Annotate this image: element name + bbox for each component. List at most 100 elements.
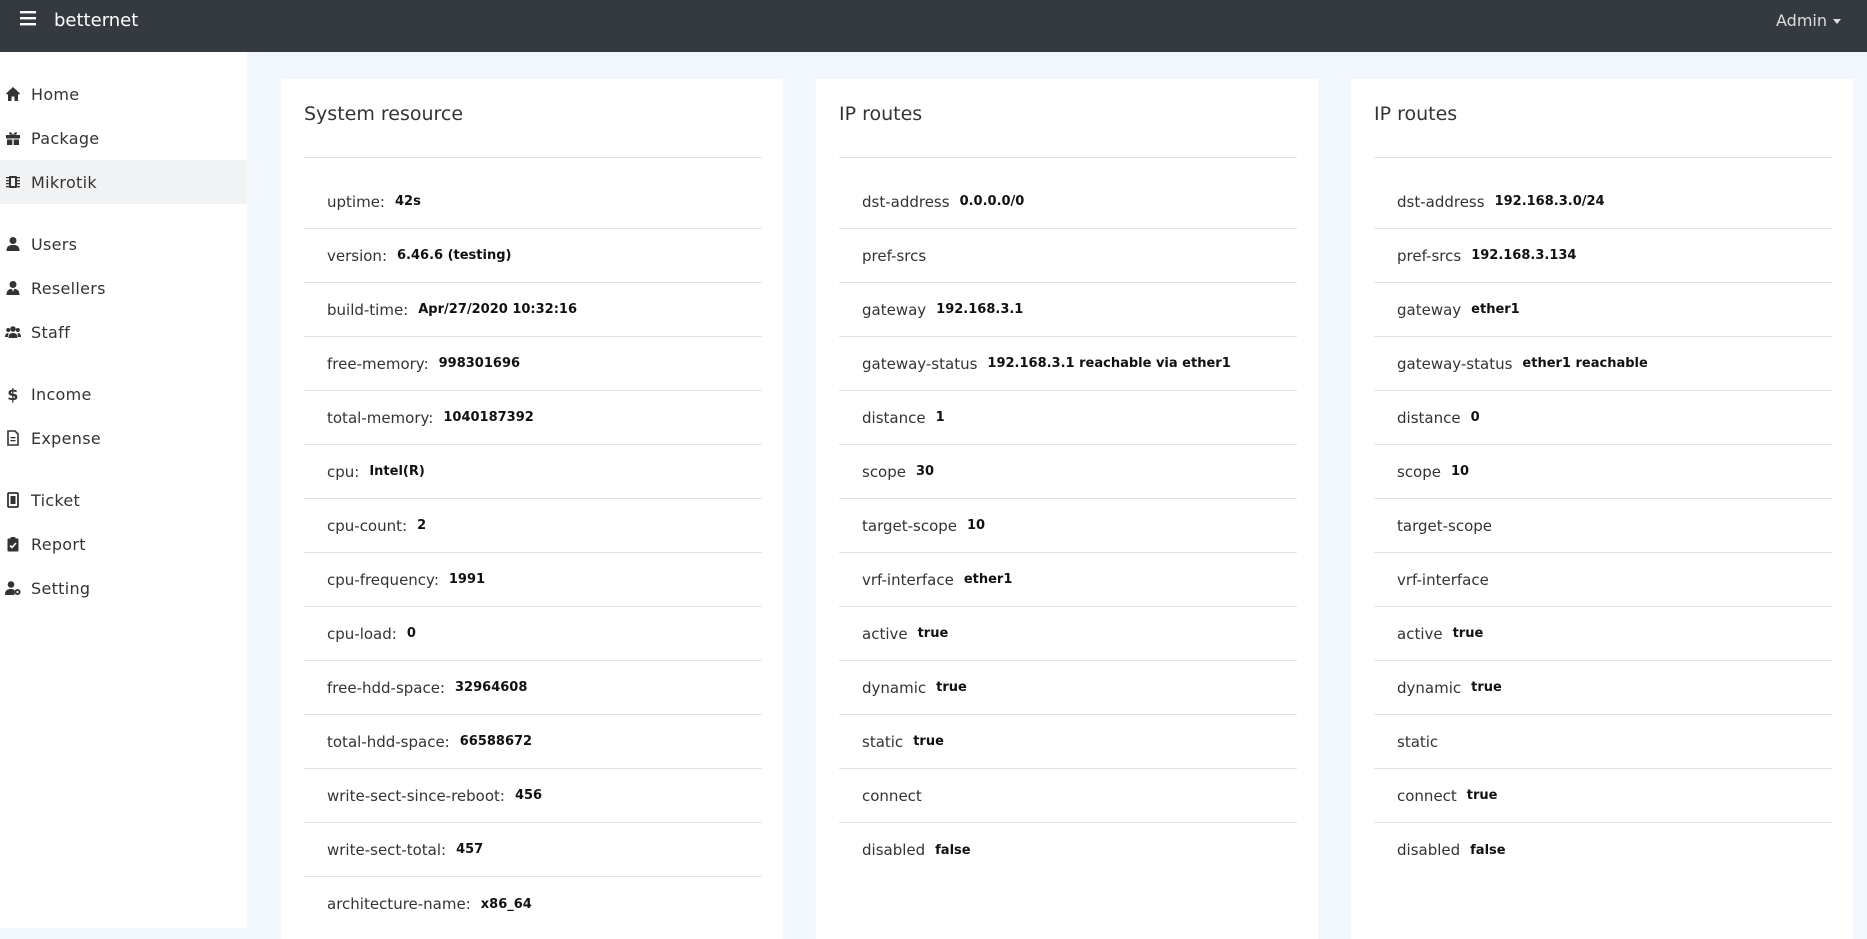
sidebar-item-label: Report <box>31 534 86 554</box>
item-key: cpu-frequency: <box>327 570 439 589</box>
item-key: gateway <box>862 300 927 319</box>
item-value: true <box>1466 788 1498 803</box>
list-item: cpu-frequency: 1991 <box>304 553 762 607</box>
item-value: x86_64 <box>480 896 532 912</box>
item-value: false <box>935 842 971 858</box>
sidebar-item-ticket[interactable]: Ticket <box>0 478 247 522</box>
divider <box>839 157 1297 158</box>
sidebar-item-label: Expense <box>31 428 101 448</box>
sidebar-item-income[interactable]: $ Income <box>0 372 247 416</box>
system-resource-card: System resource uptime: 42s version: 6.46.… <box>281 79 783 939</box>
list-item: dst-address 0.0.0.0/0 <box>839 175 1297 229</box>
list-item: gateway-status ether1 reachable <box>1374 337 1832 391</box>
item-value: ether1 <box>1471 302 1520 317</box>
list-item: gateway 192.168.3.1 <box>839 283 1297 337</box>
item-key: write-sect-total: <box>327 840 447 859</box>
sidebar-item-home[interactable]: Home <box>0 72 247 116</box>
list-item: connect true <box>1374 769 1832 823</box>
sidebar-item-label: Resellers <box>31 278 106 298</box>
item-key: static <box>862 732 904 751</box>
home-icon <box>4 85 22 103</box>
item-key: uptime: <box>327 192 385 211</box>
route-list: dst-address 0.0.0.0/0 pref-srcs gateway 19… <box>839 175 1297 877</box>
sidebar-item-label: Ticket <box>31 490 81 510</box>
sidebar-item-package[interactable]: Package <box>0 116 247 160</box>
item-value: 192.168.3.0/24 <box>1494 194 1605 209</box>
item-value: 1 <box>935 410 945 425</box>
list-item: dynamic true <box>839 661 1297 715</box>
item-key: scope <box>1397 462 1441 481</box>
item-key: distance <box>862 408 926 427</box>
item-value: 0.0.0.0/0 <box>959 194 1025 209</box>
item-key: gateway-status <box>1397 354 1513 373</box>
item-value: 0 <box>1470 410 1480 425</box>
item-value: true <box>917 626 949 641</box>
item-value: 998301696 <box>438 356 521 371</box>
divider <box>1374 157 1832 158</box>
item-key: dst-address <box>1397 192 1485 211</box>
users-icon <box>4 323 22 341</box>
item-key: dynamic <box>1397 678 1462 697</box>
list-item: active true <box>839 607 1297 661</box>
brand-title[interactable]: betternet <box>54 10 138 31</box>
item-key: static <box>1397 732 1439 751</box>
sidebar-item-setting[interactable]: Setting <box>0 566 247 610</box>
list-item: free-hdd-space: 32964608 <box>304 661 762 715</box>
list-item: total-memory: 1040187392 <box>304 391 762 445</box>
item-value: 6.46.6 (testing) <box>397 248 512 263</box>
item-key: scope <box>862 462 906 481</box>
item-value: true <box>913 734 944 749</box>
item-value: 192.168.3.1 <box>936 302 1024 317</box>
ip-routes-card-2: IP routes dst-address 192.168.3.0/24 pref… <box>1351 79 1853 939</box>
item-key: gateway <box>1397 300 1462 319</box>
item-key: dst-address <box>862 192 950 211</box>
top-navbar: betternet Admin <box>0 0 1867 52</box>
item-value: 192.168.3.134 <box>1471 248 1577 263</box>
sidebar-item-mikrotik[interactable]: Mikrotik <box>0 160 247 204</box>
list-item: cpu-count: 2 <box>304 499 762 553</box>
sidebar-item-staff[interactable]: Staff <box>0 310 247 354</box>
list-item: cpu-load: 0 <box>304 607 762 661</box>
sidebar-item-label: Users <box>31 234 78 254</box>
item-value: 457 <box>456 842 484 857</box>
list-item: target-scope <box>1374 499 1832 553</box>
item-value: 66588672 <box>459 734 533 749</box>
item-key: disabled <box>1397 841 1461 859</box>
list-item: connect <box>839 769 1297 823</box>
list-item: scope 30 <box>839 445 1297 499</box>
gift-icon <box>4 129 22 147</box>
item-key: write-sect-since-reboot: <box>327 786 505 805</box>
item-value: false <box>1470 842 1506 858</box>
item-key: target-scope <box>1397 516 1493 535</box>
sidebar-item-report[interactable]: Report <box>0 522 247 566</box>
chip-icon <box>4 173 22 191</box>
list-item: uptime: 42s <box>304 175 762 229</box>
list-item: build-time: Apr/27/2020 10:32:16 <box>304 283 762 337</box>
item-value: 10 <box>967 518 986 533</box>
item-value: true <box>1471 680 1502 695</box>
item-key: cpu-count: <box>327 516 408 535</box>
item-value: ether1 reachable <box>1522 356 1648 371</box>
item-key: architecture-name: <box>327 895 471 913</box>
item-key: dynamic <box>862 678 927 697</box>
sidebar-item-users[interactable]: Users <box>0 222 247 266</box>
sidebar-item-label: Package <box>31 128 100 148</box>
item-key: vrf-interface <box>1397 570 1489 589</box>
admin-label: Admin <box>1776 11 1827 30</box>
item-value: true <box>1452 626 1484 641</box>
item-key: total-hdd-space: <box>327 732 450 751</box>
item-key: version: <box>327 246 387 265</box>
item-key: active <box>862 624 908 643</box>
item-key: free-hdd-space: <box>327 678 446 697</box>
item-value: Apr/27/2020 10:32:16 <box>418 302 577 317</box>
admin-dropdown[interactable]: Admin <box>1776 11 1841 30</box>
list-item: active true <box>1374 607 1832 661</box>
menu-toggle-icon[interactable] <box>20 10 40 32</box>
sidebar-item-label: Setting <box>31 578 91 598</box>
sidebar-item-resellers[interactable]: Resellers <box>0 266 247 310</box>
sidebar-item-expense[interactable]: Expense <box>0 416 247 460</box>
item-value: Intel(R) <box>369 464 425 479</box>
list-item: gateway ether1 <box>1374 283 1832 337</box>
list-item: distance 1 <box>839 391 1297 445</box>
sidebar-item-label: Staff <box>31 322 70 342</box>
